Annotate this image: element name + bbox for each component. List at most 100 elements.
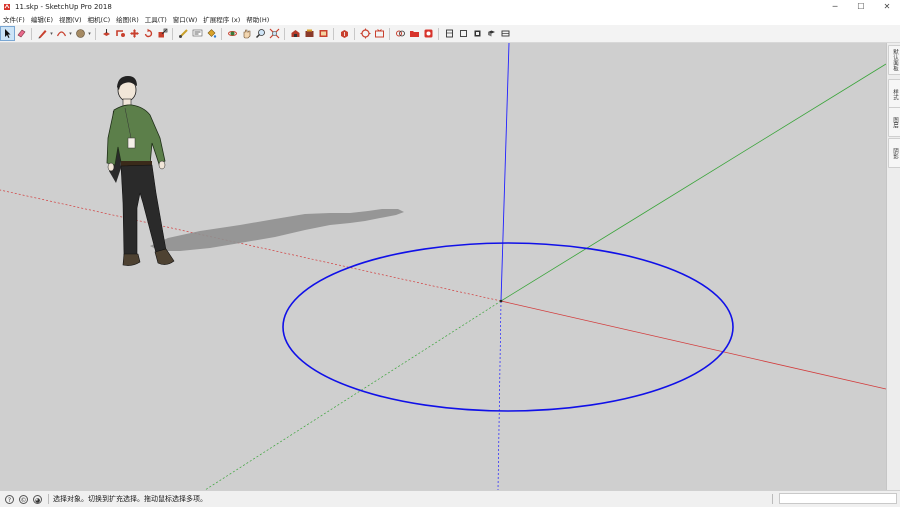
toolbar-separator	[221, 27, 222, 40]
toolbar-separator	[354, 27, 355, 40]
menu-tools[interactable]: 工具(T)	[142, 14, 170, 24]
shape-dropdown-arrow[interactable]: ▾	[87, 31, 92, 37]
measurements-box[interactable]	[779, 493, 897, 504]
arc-dropdown-arrow[interactable]: ▾	[68, 31, 73, 37]
eraser-icon	[17, 29, 26, 38]
shape-icon	[76, 29, 85, 38]
figure-shadow	[150, 209, 404, 251]
red-app-tool-button[interactable]	[422, 27, 435, 40]
toolbar-separator	[284, 27, 285, 40]
scale-figure[interactable]	[106, 76, 175, 266]
title-bar: 11.skp - SketchUp Pro 2018 ─ ☐ ✕	[0, 0, 900, 13]
layout-icon	[319, 30, 328, 37]
view-front-icon	[474, 30, 481, 37]
toolbar-separator	[333, 27, 334, 40]
extension-warehouse-tool-button[interactable]	[303, 27, 316, 40]
maximize-button[interactable]: ☐	[848, 0, 874, 13]
axes-origin	[499, 299, 503, 303]
followme-tool-button[interactable]	[114, 27, 127, 40]
view-front-tool-button[interactable]	[471, 27, 484, 40]
zoom-extents-tool-button[interactable]	[268, 27, 281, 40]
drawn-circle[interactable]	[282, 242, 734, 412]
zoom-extents-icon	[269, 28, 280, 39]
view-top-tool-button[interactable]	[457, 27, 470, 40]
scale-tool-button[interactable]	[156, 27, 169, 40]
zoom-tool-button[interactable]	[254, 27, 267, 40]
menu-view[interactable]: 视图(V)	[56, 14, 85, 24]
figure-shirt	[106, 104, 166, 168]
green-axis-negative	[204, 300, 502, 490]
geo-location-icon[interactable]: ?	[5, 494, 14, 504]
red-folder-tool-button[interactable]	[408, 27, 421, 40]
menu-edit[interactable]: 编辑(E)	[28, 14, 56, 24]
view-iso-tool-button[interactable]	[443, 27, 456, 40]
toolbar-separator	[31, 27, 32, 40]
line-tool-button[interactable]	[36, 27, 49, 40]
tape-measure-tool-button[interactable]	[177, 27, 190, 40]
red-axis-positive	[500, 300, 886, 390]
pan-tool-button[interactable]	[240, 27, 253, 40]
view-right-icon	[488, 30, 495, 37]
status-bar: ? © ◕ 选择对象。切换到扩充选择。拖动鼠标选择多项。	[0, 490, 900, 507]
figure-shoe-left	[122, 253, 141, 266]
arc-tool-button[interactable]	[55, 27, 68, 40]
view-top-icon	[460, 30, 467, 37]
menu-window[interactable]: 窗口(W)	[170, 14, 201, 24]
pushpull-icon	[103, 29, 110, 36]
menu-bar: 文件(F) 编辑(E) 视图(V) 相机(C) 绘图(R) 工具(T) 窗口(W…	[0, 13, 900, 25]
sketchup-logo-icon	[4, 3, 10, 10]
move-tool-button[interactable]	[128, 27, 141, 40]
line-dropdown-arrow[interactable]: ▾	[49, 31, 54, 37]
tray-tab-styles[interactable]: 样式	[888, 79, 900, 109]
zoom-icon	[255, 29, 265, 39]
app-icon	[424, 29, 433, 38]
menu-camera[interactable]: 相机(C)	[85, 14, 114, 24]
blue-axis-negative	[497, 300, 502, 490]
minimize-button[interactable]: ─	[822, 0, 848, 13]
scenes-tool-button[interactable]	[373, 27, 386, 40]
paint-bucket-icon	[207, 29, 217, 38]
user-icon[interactable]: ◕	[33, 494, 42, 504]
paint-bucket-tool-button[interactable]	[205, 27, 218, 40]
warehouse-icon	[291, 30, 300, 37]
toolbar-separator	[95, 27, 96, 40]
status-divider	[48, 494, 49, 504]
warehouse-tool-button[interactable]	[289, 27, 302, 40]
figure-id-badge	[127, 137, 136, 149]
menu-extensions[interactable]: 扩展程序 (x)	[200, 14, 243, 24]
folder-icon	[410, 31, 419, 37]
tape-measure-icon	[179, 29, 188, 38]
tray-tab-shadows[interactable]: 阴影	[888, 138, 900, 168]
model-scene[interactable]	[0, 43, 886, 490]
status-message: 选择对象。切换到扩充选择。拖动鼠标选择多项。	[53, 495, 207, 503]
section-tool-button[interactable]	[394, 27, 407, 40]
shape-tool-button[interactable]	[74, 27, 87, 40]
menu-draw[interactable]: 绘图(R)	[113, 14, 142, 24]
toolbar-separator	[172, 27, 173, 40]
tray-tab-layers[interactable]: 图层	[888, 107, 900, 137]
figure-hand-left	[107, 162, 115, 172]
rotate-tool-button[interactable]	[142, 27, 155, 40]
pushpull-tool-button[interactable]	[100, 27, 113, 40]
layout-tool-button[interactable]	[317, 27, 330, 40]
figure-shoe-right	[154, 248, 175, 265]
close-button[interactable]: ✕	[874, 0, 900, 13]
modeling-viewport[interactable]	[0, 43, 886, 490]
eraser-tool-button[interactable]	[15, 27, 28, 40]
scale-icon	[158, 28, 168, 38]
arrow-cursor-icon	[5, 29, 11, 38]
orbit-tool-button[interactable]	[226, 27, 239, 40]
arc-icon	[56, 31, 67, 37]
text-tool-button[interactable]	[191, 27, 204, 40]
extension-manager-tool-button[interactable]	[338, 27, 351, 40]
select-tool-button[interactable]	[0, 26, 15, 41]
toolbar-separator	[438, 27, 439, 40]
view-back-tool-button[interactable]	[499, 27, 512, 40]
credits-icon[interactable]: ©	[19, 494, 28, 504]
menu-help[interactable]: 帮助(H)	[243, 14, 272, 24]
window-controls: ─ ☐ ✕	[822, 0, 900, 13]
view-right-tool-button[interactable]	[485, 27, 498, 40]
tray-tab-default[interactable]: 默认面板	[888, 45, 900, 75]
styles-tool-button[interactable]	[359, 27, 372, 40]
menu-file[interactable]: 文件(F)	[0, 14, 28, 24]
